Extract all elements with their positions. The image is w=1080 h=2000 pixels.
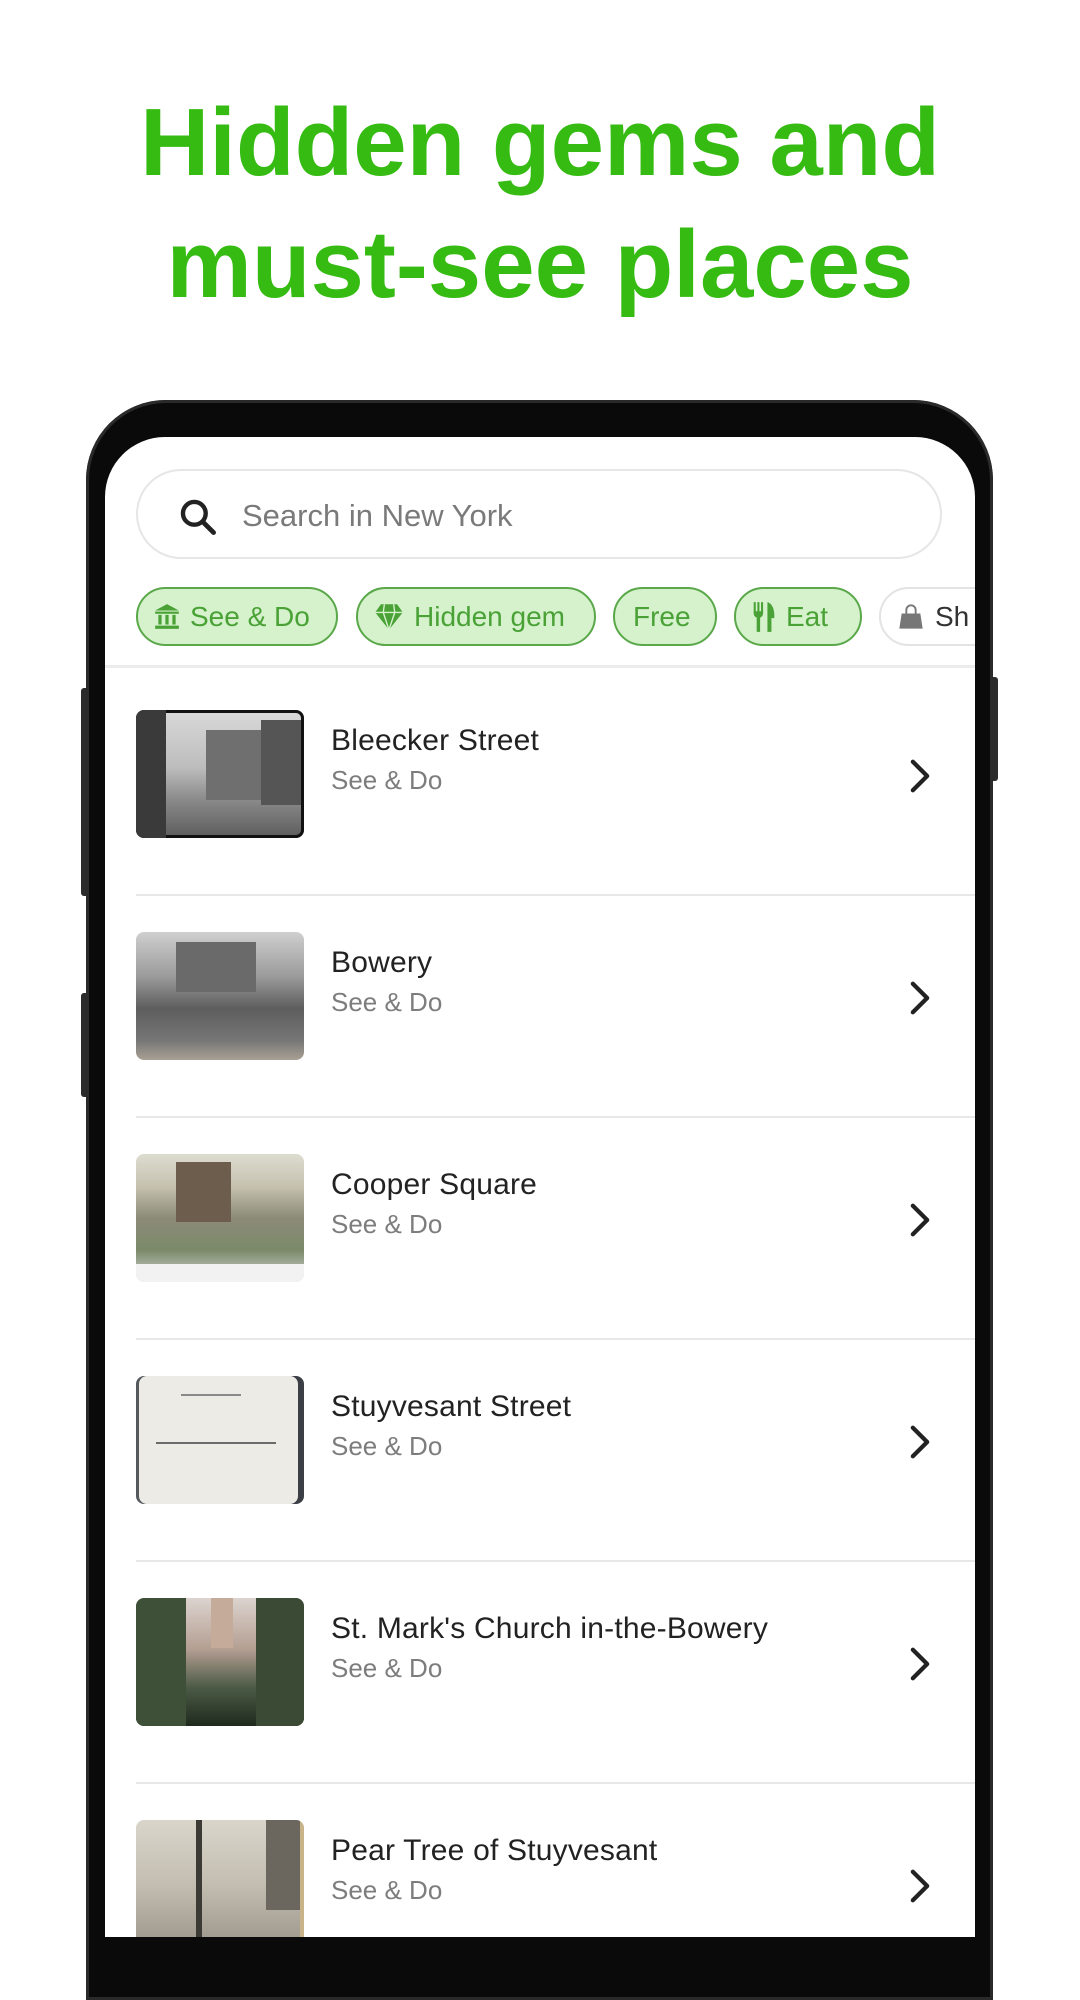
place-thumbnail — [136, 932, 304, 1060]
list-item[interactable]: St. Mark's Church in-the-Bowery See & Do — [105, 1562, 975, 1784]
place-category: See & Do — [331, 987, 443, 1017]
chip-free[interactable]: Free — [613, 587, 717, 646]
place-category: See & Do — [331, 1653, 443, 1683]
list-item[interactable]: Bleecker Street See & Do — [105, 674, 975, 896]
chip-label: Free — [633, 601, 691, 632]
chevron-right-icon — [910, 1425, 930, 1459]
chevron-right-icon — [910, 1203, 930, 1237]
chip-label: Hidden gem — [414, 601, 565, 632]
chevron-right-icon — [910, 981, 930, 1015]
place-category: See & Do — [331, 1431, 443, 1461]
chip-hidden-gem[interactable]: Hidden gem — [356, 587, 596, 646]
chevron-right-icon — [910, 759, 930, 793]
place-title: Pear Tree of Stuyvesant — [331, 1834, 658, 1867]
list-item[interactable]: Cooper Square See & Do — [105, 1118, 975, 1340]
headline: Hidden gems and must-see places — [0, 82, 1080, 326]
chip-label: Eat — [786, 601, 829, 632]
chip-eat[interactable]: Eat — [734, 587, 862, 646]
list-item[interactable]: Bowery See & Do — [105, 896, 975, 1118]
diamond-icon — [375, 603, 403, 631]
shopping-bag-icon — [899, 603, 923, 629]
headline-line-1: Hidden gems and — [139, 89, 941, 196]
chip-see-and-do[interactable]: See & Do — [136, 587, 338, 646]
place-thumbnail — [136, 710, 304, 838]
place-category: See & Do — [331, 1875, 443, 1905]
place-thumbnail — [136, 1154, 304, 1282]
place-title: Bowery — [331, 946, 433, 979]
place-title: Cooper Square — [331, 1168, 538, 1201]
fork-knife-icon — [753, 601, 775, 632]
phone-screen: Search in New York See & Do Hidden gem F… — [105, 437, 975, 1937]
search-placeholder: Search in New York — [242, 498, 513, 533]
search-bar[interactable]: Search in New York — [136, 469, 942, 559]
search-icon — [180, 499, 216, 535]
museum-icon — [155, 603, 179, 629]
headline-line-2: must-see places — [166, 211, 914, 318]
place-category: See & Do — [331, 1209, 443, 1239]
list-item[interactable]: Stuyvesant Street See & Do — [105, 1340, 975, 1562]
chevron-right-icon — [910, 1647, 930, 1681]
place-thumbnail — [136, 1820, 304, 1937]
chevron-right-icon — [910, 1869, 930, 1903]
place-title: Stuyvesant Street — [331, 1390, 572, 1423]
place-thumbnail — [136, 1376, 304, 1504]
place-thumbnail — [136, 1598, 304, 1726]
place-category: See & Do — [331, 765, 443, 795]
chip-shop[interactable]: Sh — [879, 587, 975, 646]
list-item[interactable]: Pear Tree of Stuyvesant See & Do — [105, 1784, 975, 1937]
place-title: Bleecker Street — [331, 724, 540, 757]
header-divider — [105, 665, 975, 668]
chip-label: See & Do — [190, 601, 310, 632]
place-title: St. Mark's Church in-the-Bowery — [331, 1612, 769, 1645]
chip-label: Sh — [935, 601, 970, 632]
